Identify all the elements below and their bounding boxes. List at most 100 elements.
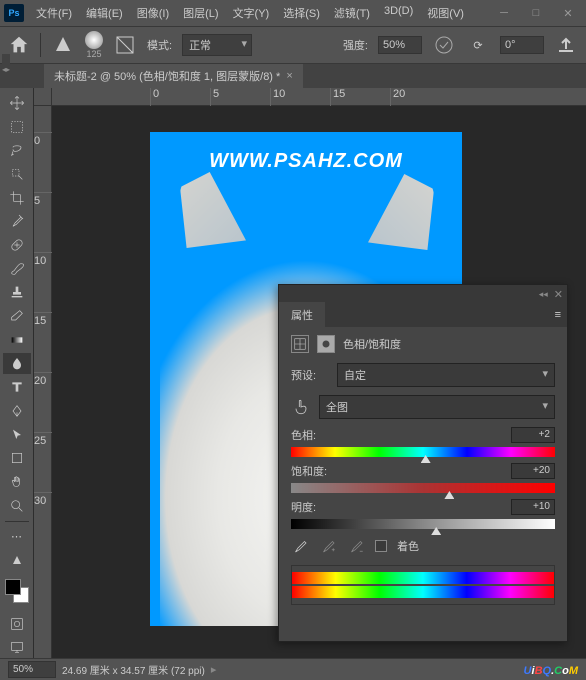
angle-icon[interactable]: ⟳ bbox=[466, 33, 490, 57]
eyedropper-add-icon[interactable] bbox=[319, 537, 337, 555]
eraser-tool[interactable] bbox=[3, 305, 31, 327]
lightness-value[interactable]: +10 bbox=[511, 499, 555, 515]
channel-select[interactable]: 全图 bbox=[319, 395, 555, 419]
maximize-button[interactable]: □ bbox=[522, 3, 550, 23]
saturation-value[interactable]: +20 bbox=[511, 463, 555, 479]
menu-type[interactable]: 文字(Y) bbox=[227, 1, 276, 25]
lasso-tool[interactable] bbox=[3, 139, 31, 161]
adjustment-icon bbox=[291, 335, 309, 353]
ruler-corner bbox=[34, 88, 52, 106]
home-icon[interactable] bbox=[8, 34, 30, 56]
color-swatch[interactable] bbox=[5, 579, 29, 603]
ruler-horizontal: 0 5 10 15 20 bbox=[52, 88, 586, 106]
ruler-tick: 10 bbox=[270, 88, 330, 106]
ruler-tick: 30 bbox=[34, 492, 52, 552]
pen-tool[interactable] bbox=[3, 400, 31, 422]
document-tab[interactable]: 未标题-2 @ 50% (色相/饱和度 1, 图层蒙版/8) * × bbox=[44, 64, 303, 88]
collapse-arrow-icon[interactable]: ◂▸ bbox=[2, 54, 10, 84]
menu-image[interactable]: 图像(I) bbox=[131, 1, 175, 25]
ruler-tick: 15 bbox=[330, 88, 390, 106]
ruler-tick: 10 bbox=[34, 252, 52, 312]
lightness-slider[interactable] bbox=[291, 519, 555, 529]
edit-toolbar[interactable]: ⋯ bbox=[3, 526, 31, 548]
gradient-tool[interactable] bbox=[3, 329, 31, 351]
strength-input[interactable]: 50% bbox=[378, 36, 422, 54]
shape-tool[interactable] bbox=[3, 448, 31, 470]
blend-icon[interactable] bbox=[113, 33, 137, 57]
screenmode-tool[interactable] bbox=[3, 636, 31, 658]
options-bar: 125 模式: 正常 强度: 50% ⟳ 0° bbox=[0, 26, 586, 64]
eyedropper-sub-icon[interactable] bbox=[347, 537, 365, 555]
image-watermark: WWW.PSAHZ.COM bbox=[150, 150, 462, 173]
marquee-tool[interactable] bbox=[3, 116, 31, 138]
hand-tool[interactable] bbox=[3, 471, 31, 493]
ruler-tick: 25 bbox=[34, 432, 52, 492]
menu-edit[interactable]: 编辑(E) bbox=[80, 1, 129, 25]
hue-value[interactable]: +2 bbox=[511, 427, 555, 443]
spectrum-preview bbox=[291, 565, 555, 605]
share-icon[interactable] bbox=[554, 33, 578, 57]
mask-icon bbox=[317, 335, 335, 353]
brush-preview[interactable]: 125 bbox=[85, 31, 103, 59]
mode-label: 模式: bbox=[147, 37, 172, 53]
minimize-button[interactable]: ─ bbox=[490, 3, 518, 23]
strength-label: 强度: bbox=[343, 37, 368, 53]
properties-panel: ◂◂ ✕ 属性 ≡ 色相/饱和度 预设: 自定 全图 色相: +2 bbox=[278, 284, 568, 642]
brush-tool[interactable] bbox=[3, 258, 31, 280]
zoom-input[interactable]: 50% bbox=[8, 661, 56, 678]
hue-label: 色相: bbox=[291, 427, 316, 443]
hue-slider[interactable] bbox=[291, 447, 555, 457]
eyedropper-icon[interactable] bbox=[291, 537, 309, 555]
blur-tool[interactable] bbox=[3, 353, 31, 375]
stamp-tool[interactable] bbox=[3, 282, 31, 304]
angle-input[interactable]: 0° bbox=[500, 36, 544, 54]
lightness-label: 明度: bbox=[291, 499, 316, 515]
crop-tool[interactable] bbox=[3, 187, 31, 209]
move-tool[interactable] bbox=[3, 92, 31, 114]
foreground-color[interactable] bbox=[5, 579, 21, 595]
ruler-vertical: 0 5 10 15 20 25 30 bbox=[34, 106, 52, 658]
site-watermark: UiBQ.CoM bbox=[524, 661, 578, 679]
menu-view[interactable]: 视图(V) bbox=[421, 1, 470, 25]
panel-title: 色相/饱和度 bbox=[343, 336, 401, 352]
quickmask-tool[interactable] bbox=[3, 613, 31, 635]
tab-properties[interactable]: 属性 bbox=[279, 302, 325, 328]
panel-menu-icon[interactable]: ≡ bbox=[549, 309, 567, 321]
menu-select[interactable]: 选择(S) bbox=[277, 1, 326, 25]
document-info: 24.69 厘米 x 34.57 厘米 (72 ppi) bbox=[62, 662, 205, 677]
type-tool[interactable] bbox=[3, 376, 31, 398]
colorize-checkbox[interactable] bbox=[375, 540, 387, 552]
finger-icon[interactable] bbox=[291, 397, 311, 417]
saturation-slider[interactable] bbox=[291, 483, 555, 493]
ruler-tick: 20 bbox=[390, 88, 450, 106]
current-tool-icon[interactable] bbox=[51, 33, 75, 57]
tab-title: 未标题-2 @ 50% (色相/饱和度 1, 图层蒙版/8) * bbox=[54, 68, 280, 84]
panel-collapse-icon[interactable]: ◂◂ bbox=[539, 289, 548, 300]
statusbar: 50% 24.69 厘米 x 34.57 厘米 (72 ppi) ▸ UiBQ.… bbox=[0, 658, 586, 680]
zoom-tool[interactable] bbox=[3, 495, 31, 517]
saturation-label: 饱和度: bbox=[291, 463, 327, 479]
quick-select-tool[interactable] bbox=[3, 163, 31, 185]
menu-filter[interactable]: 滤镜(T) bbox=[328, 1, 376, 25]
ruler-tick: 0 bbox=[150, 88, 210, 106]
menu-file[interactable]: 文件(F) bbox=[30, 1, 78, 25]
default-colors-icon[interactable] bbox=[3, 549, 31, 571]
menu-layer[interactable]: 图层(L) bbox=[177, 1, 224, 25]
heal-tool[interactable] bbox=[3, 234, 31, 256]
toolbox: ⋯ bbox=[0, 88, 34, 658]
close-button[interactable]: ✕ bbox=[554, 3, 582, 23]
panel-close-icon[interactable]: ✕ bbox=[554, 288, 563, 301]
mode-select[interactable]: 正常 bbox=[182, 34, 252, 56]
preset-select[interactable]: 自定 bbox=[337, 363, 555, 387]
ruler-tick: 0 bbox=[34, 132, 52, 192]
eyedropper-tool[interactable] bbox=[3, 211, 31, 233]
path-select-tool[interactable] bbox=[3, 424, 31, 446]
tab-close-icon[interactable]: × bbox=[286, 70, 292, 82]
pressure-icon[interactable] bbox=[432, 33, 456, 57]
ruler-tick: 5 bbox=[34, 192, 52, 252]
ruler-tick: 5 bbox=[210, 88, 270, 106]
colorize-label: 着色 bbox=[397, 538, 419, 554]
menu-3d[interactable]: 3D(D) bbox=[378, 1, 419, 25]
brush-size-value: 125 bbox=[86, 49, 101, 59]
ruler-tick: 15 bbox=[34, 312, 52, 372]
